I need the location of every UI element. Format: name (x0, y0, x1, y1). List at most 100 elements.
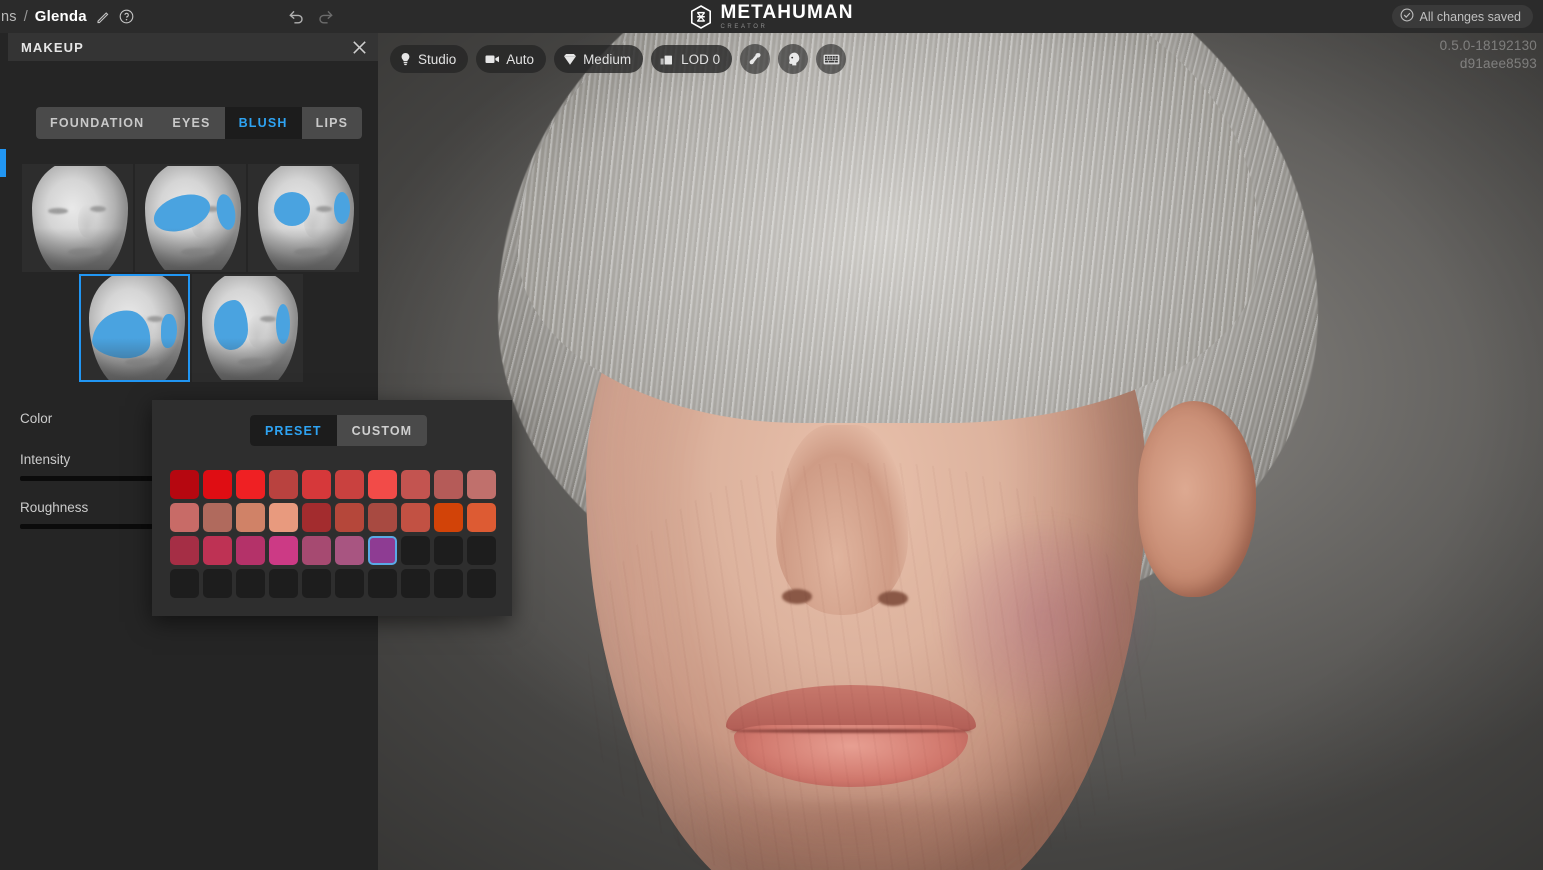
color-swatch-option[interactable] (434, 470, 463, 499)
swatch-cell (399, 468, 432, 501)
undo-button[interactable] (288, 9, 305, 24)
panel-edge-indicator[interactable] (0, 149, 6, 177)
blush-shape-none[interactable] (22, 164, 133, 272)
color-swatch-empty[interactable] (434, 569, 463, 598)
blush-shape-grid (22, 164, 362, 384)
metahuman-logo-icon (689, 4, 711, 29)
swatch-cell (432, 534, 465, 567)
blush-shape-round[interactable] (248, 164, 359, 272)
bone-rig-icon (747, 51, 763, 67)
color-swatch-empty[interactable] (203, 569, 232, 598)
color-swatch-option[interactable] (434, 503, 463, 532)
swatch-cell (333, 534, 366, 567)
rig-toggle-button[interactable] (740, 44, 771, 74)
color-swatch-option[interactable] (368, 503, 397, 532)
swatch-cell (234, 468, 267, 501)
color-swatch-option[interactable] (236, 503, 265, 532)
metahuman-creator-app: 0.5.0-18192130 d91aee8593 Studio Auto Me… (0, 0, 1543, 870)
lod-selector-button[interactable]: LOD 0 (651, 45, 733, 73)
swatch-cell (432, 567, 465, 600)
blush-shape-crescent[interactable] (192, 274, 303, 382)
color-swatch-option[interactable] (236, 470, 265, 499)
swatch-cell (366, 468, 399, 501)
color-swatch-empty[interactable] (236, 569, 265, 598)
tab-lips[interactable]: LIPS (302, 107, 363, 139)
swatch-cell (201, 567, 234, 600)
head-profile-icon (785, 51, 801, 67)
swatch-cell (432, 468, 465, 501)
color-swatch-option[interactable] (335, 536, 364, 565)
color-swatch-empty[interactable] (269, 569, 298, 598)
color-swatch-empty[interactable] (170, 569, 199, 598)
color-swatch-option[interactable] (401, 470, 430, 499)
swatch-cell (432, 501, 465, 534)
preset-swatch-grid (168, 468, 498, 600)
tab-custom[interactable]: CUSTOM (337, 415, 428, 446)
color-swatch-option[interactable] (302, 536, 331, 565)
color-swatch-option[interactable] (302, 503, 331, 532)
pencil-icon[interactable] (96, 10, 110, 24)
swatch-cell (267, 468, 300, 501)
color-picker-popup: PRESET CUSTOM (152, 400, 512, 616)
tab-preset[interactable]: PRESET (250, 415, 337, 446)
swatch-cell (366, 501, 399, 534)
swatch-cell (465, 468, 498, 501)
tab-foundation[interactable]: FOUNDATION (36, 107, 158, 139)
panel-title: MAKEUP (21, 39, 84, 55)
check-circle-icon (1400, 8, 1414, 25)
color-swatch-option[interactable] (467, 503, 496, 532)
swatch-cell (366, 534, 399, 567)
swatch-cell (234, 501, 267, 534)
help-circle-icon[interactable] (119, 9, 134, 24)
keyboard-icon (823, 53, 840, 66)
brand-text: METAHUMAN CREATOR (720, 3, 853, 30)
color-swatch-empty[interactable] (467, 569, 496, 598)
swatch-cell (267, 534, 300, 567)
character-viewport[interactable]: 0.5.0-18192130 d91aee8593 (378, 33, 1543, 870)
color-swatch-option[interactable] (269, 536, 298, 565)
swatch-cell (267, 567, 300, 600)
color-swatch-empty[interactable] (401, 536, 430, 565)
blush-shape-diagonal[interactable] (135, 164, 246, 272)
color-swatch-option[interactable] (170, 536, 199, 565)
head-view-button[interactable] (778, 44, 809, 74)
redo-button[interactable] (317, 9, 334, 24)
color-swatch-option[interactable] (368, 536, 397, 565)
color-swatch-option[interactable] (467, 470, 496, 499)
color-swatch-option[interactable] (335, 470, 364, 499)
tab-eyes[interactable]: EYES (158, 107, 224, 139)
swatch-cell (366, 567, 399, 600)
color-swatch-option[interactable] (236, 536, 265, 565)
close-icon[interactable] (352, 40, 367, 55)
color-swatch-option[interactable] (170, 503, 199, 532)
color-swatch-option[interactable] (203, 503, 232, 532)
camera-mode-label: Auto (506, 51, 535, 67)
lightbulb-icon (399, 52, 412, 66)
swatch-cell (168, 534, 201, 567)
camera-mode-button[interactable]: Auto (476, 45, 547, 73)
color-swatch-option[interactable] (368, 470, 397, 499)
keyboard-shortcuts-button[interactable] (816, 44, 847, 74)
color-swatch-option[interactable] (335, 503, 364, 532)
color-swatch-empty[interactable] (434, 536, 463, 565)
color-swatch-empty[interactable] (335, 569, 364, 598)
quality-preset-button[interactable]: Medium (554, 45, 644, 73)
color-swatch-empty[interactable] (302, 569, 331, 598)
color-swatch-empty[interactable] (467, 536, 496, 565)
color-swatch-option[interactable] (203, 470, 232, 499)
color-swatch-option[interactable] (269, 470, 298, 499)
swatch-cell (465, 567, 498, 600)
blush-shape-swoop[interactable] (79, 274, 190, 382)
tab-blush[interactable]: BLUSH (224, 107, 302, 139)
color-swatch-empty[interactable] (401, 569, 430, 598)
color-swatch-empty[interactable] (368, 569, 397, 598)
color-swatch-option[interactable] (170, 470, 199, 499)
breadcrumb-parent[interactable]: ns (1, 9, 17, 25)
color-swatch-option[interactable] (302, 470, 331, 499)
color-swatch-option[interactable] (401, 503, 430, 532)
quality-diamond-icon (563, 53, 577, 66)
swatch-cell (465, 534, 498, 567)
lighting-preset-button[interactable]: Studio (390, 45, 469, 73)
color-swatch-option[interactable] (269, 503, 298, 532)
color-swatch-option[interactable] (203, 536, 232, 565)
